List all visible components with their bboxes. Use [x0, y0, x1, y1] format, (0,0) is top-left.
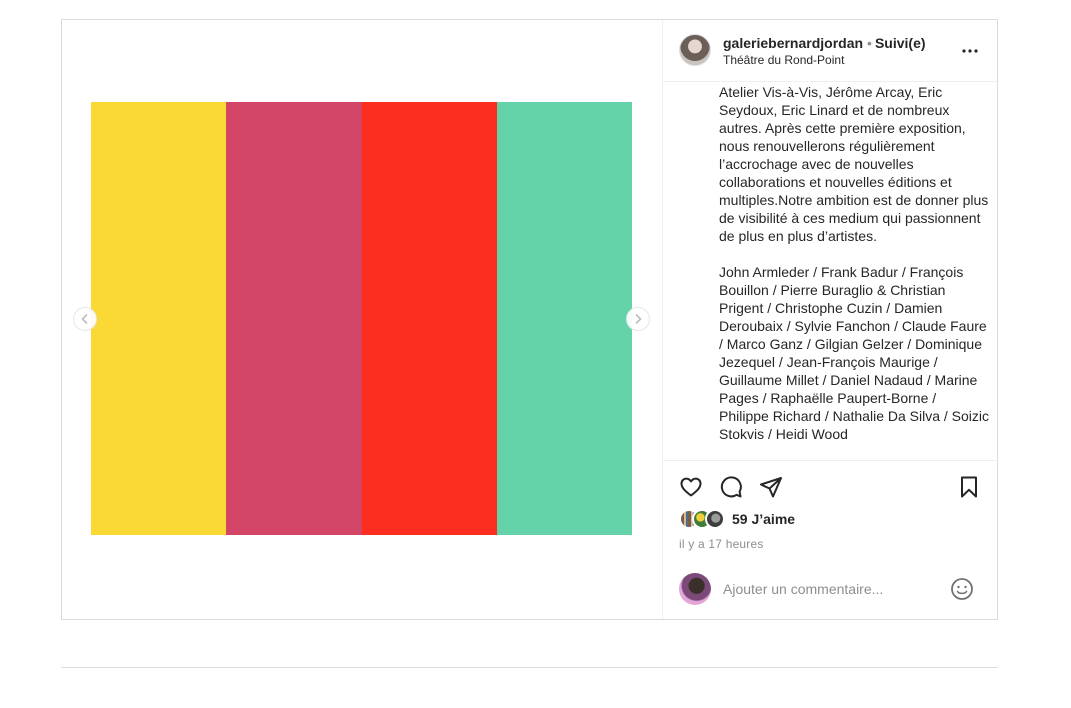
more-horizontal-icon — [962, 49, 978, 53]
more-options-button[interactable] — [961, 42, 979, 58]
post-caption: Atelier Vis-à-Vis, Jérôme Arcay, Eric Se… — [719, 83, 989, 460]
post-image — [91, 102, 632, 535]
author-line: galeriebernardjordan • Suivi(e) — [723, 35, 926, 51]
chevron-right-icon — [635, 314, 642, 324]
liker-avatar — [705, 509, 725, 529]
current-user-avatar — [679, 573, 711, 605]
save-button[interactable] — [957, 475, 983, 501]
instagram-post: galeriebernardjordan • Suivi(e) Théâtre du… — [61, 19, 998, 620]
author-avatar[interactable] — [679, 34, 711, 66]
caption-paragraph: Atelier Vis-à-Vis, Jérôme Arcay, Eric Se… — [719, 84, 989, 244]
add-comment-bar — [663, 560, 998, 619]
comment-input[interactable] — [723, 578, 953, 600]
stripe-pink — [226, 102, 362, 535]
emoji-button[interactable] — [950, 577, 974, 601]
stripe-red — [361, 102, 497, 535]
emoji-icon — [951, 578, 973, 600]
author-username[interactable]: galeriebernardjordan — [723, 35, 863, 51]
page-divider — [61, 667, 998, 668]
paper-plane-icon — [760, 477, 782, 498]
stripe-green — [496, 102, 632, 535]
post-location[interactable]: Théâtre du Rond-Point — [723, 53, 844, 67]
chevron-left-icon — [81, 314, 88, 324]
stripe-yellow — [91, 102, 227, 535]
share-button[interactable] — [759, 475, 785, 501]
comment-button[interactable] — [719, 475, 745, 501]
likes-summary[interactable]: 59 J’aime — [679, 509, 795, 529]
caption-artist-list: John Armleder / Frank Badur / François B… — [719, 264, 989, 442]
post-timestamp[interactable]: il y a 17 heures — [679, 537, 764, 551]
comment-icon — [720, 476, 742, 498]
heart-icon — [680, 477, 702, 497]
follow-status-button[interactable]: Suivi(e) — [875, 35, 926, 51]
post-sidebar: galeriebernardjordan • Suivi(e) Théâtre du… — [662, 20, 998, 619]
post-media — [62, 20, 662, 619]
separator-dot: • — [867, 35, 872, 51]
post-header: galeriebernardjordan • Suivi(e) Théâtre du… — [663, 20, 997, 82]
previous-image-button[interactable] — [73, 307, 97, 331]
like-button[interactable] — [679, 475, 705, 501]
likes-count[interactable]: 59 J’aime — [732, 511, 795, 527]
next-image-button[interactable] — [626, 307, 650, 331]
post-actions: 59 J’aime il y a 17 heures — [663, 460, 998, 560]
bookmark-icon — [961, 476, 977, 498]
